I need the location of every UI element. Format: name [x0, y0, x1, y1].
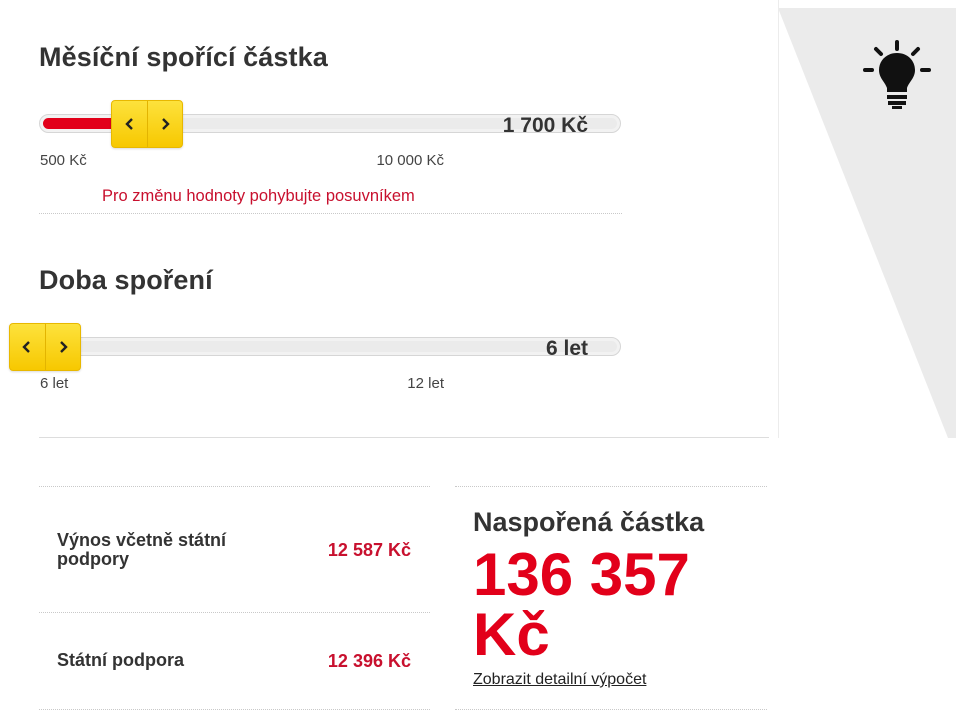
savings-period-value: 6 let: [545, 337, 588, 360]
savings-period-slider-handle[interactable]: [9, 323, 81, 371]
savings-amount-min-label: 500 Kč: [40, 152, 87, 169]
lightbulb-icon: [863, 40, 931, 109]
decrease-amount-button[interactable]: [112, 101, 147, 147]
total-amount: 136 357 Kč: [473, 541, 690, 668]
increase-amount-button[interactable]: [146, 101, 183, 147]
divider: [39, 709, 430, 710]
savings-amount-max-label: 10 000 Kč: [376, 152, 444, 169]
detail-calculation-link[interactable]: Zobrazit detailní výpočet: [473, 671, 646, 689]
chevron-left-icon: [22, 341, 31, 353]
state-support-value: 12 396 Kč: [327, 651, 411, 671]
divider: [455, 709, 767, 710]
section-divider: [39, 437, 769, 438]
divider: [39, 612, 430, 613]
chevron-right-icon: [162, 118, 170, 130]
decrease-period-button[interactable]: [10, 324, 45, 370]
divider: [455, 486, 767, 487]
savings-period-max-label: 12 let: [407, 375, 444, 392]
chevron-left-icon: [124, 118, 133, 130]
state-support-label: Státní podpora: [57, 650, 184, 670]
slider-hint: Pro změnu hodnoty pohybujte posuvníkem: [102, 187, 415, 205]
yield-value: 12 587 Kč: [327, 540, 411, 560]
savings-period-min-label: 6 let: [40, 375, 69, 392]
calculator-card: Měsíční spořící částka 1 700 Kč 500 Kč 1…: [0, 0, 779, 438]
savings-period-title: Doba spoření: [39, 265, 213, 295]
increase-period-button[interactable]: [44, 324, 81, 370]
savings-amount-title: Měsíční spořící částka: [39, 42, 328, 72]
divider: [39, 213, 622, 214]
total-title: Naspořená částka: [473, 507, 705, 537]
savings-amount-value: 1 700 Kč: [502, 114, 588, 137]
savings-period-slider-track[interactable]: [39, 337, 621, 356]
savings-amount-slider-handle[interactable]: [111, 100, 184, 148]
yield-label: Výnos včetně státní podpory: [57, 530, 227, 569]
divider: [39, 486, 430, 487]
chevron-right-icon: [59, 341, 68, 353]
